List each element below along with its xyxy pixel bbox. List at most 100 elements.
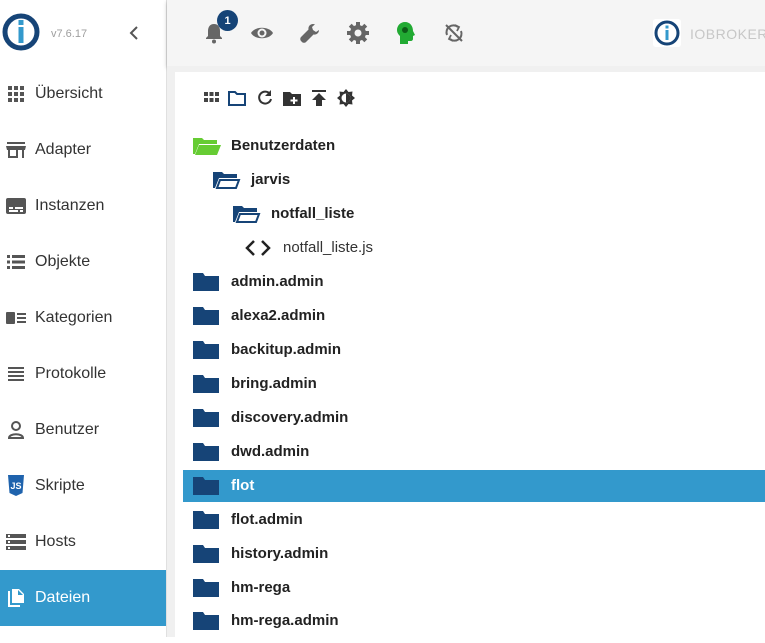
host-name-label: IOBROKER — [690, 26, 765, 42]
apps-grid-icon — [6, 84, 26, 104]
sidebar-item-label: Protokolle — [35, 365, 107, 382]
sidebar-item-files[interactable]: Dateien — [0, 570, 166, 626]
add-folder-button[interactable] — [283, 89, 301, 107]
tree-item-label: flot — [231, 477, 255, 494]
tree-item-label: flot.admin — [231, 511, 303, 528]
sidebar: v7.6.17 Übersicht Adapter Instanzen Obje… — [0, 0, 167, 637]
folder-open-icon — [193, 138, 221, 155]
sidebar-item-label: Adapter — [35, 141, 92, 158]
folder-icon — [193, 307, 219, 325]
sidebar-item-adapter[interactable]: Adapter — [0, 122, 166, 178]
tree-item-label: history.admin — [231, 545, 329, 562]
system-settings-button[interactable] — [345, 20, 371, 46]
sidebar-item-objects[interactable]: Objekte — [0, 234, 166, 290]
tree-item-label: notfall_liste.js — [283, 239, 374, 256]
tree-item-label: notfall_liste — [271, 205, 355, 222]
grid-view-icon — [203, 91, 219, 102]
tree-item-label: bring.admin — [231, 375, 317, 392]
folder-icon — [193, 477, 219, 495]
folder-icon — [193, 511, 219, 529]
notification-count-badge: 1 — [217, 10, 238, 31]
chevron-left-icon[interactable] — [126, 22, 142, 44]
sidebar-item-label: Übersicht — [35, 85, 103, 102]
list-view-icon — [6, 252, 26, 272]
tree-item-bring-admin[interactable]: bring.admin — [183, 368, 765, 400]
sidebar-item-overview[interactable]: Übersicht — [0, 66, 166, 122]
tree-item-backitup-admin[interactable]: backitup.admin — [183, 334, 765, 366]
tree-item-admin-admin[interactable]: admin.admin — [183, 266, 765, 298]
folder-open-icon — [233, 206, 261, 223]
upload-button[interactable] — [310, 89, 328, 107]
tree-item-label: hm-rega.admin — [231, 612, 339, 629]
svg-text:JS: JS — [10, 481, 21, 491]
create-new-folder-icon — [283, 91, 301, 106]
sidebar-item-label: Instanzen — [35, 197, 105, 214]
folder-icon — [193, 273, 219, 291]
tree-item-history-admin[interactable]: history.admin — [183, 538, 765, 570]
background-toggle-button[interactable] — [337, 89, 355, 107]
tree-item-benutzerdaten[interactable]: Benutzerdaten — [183, 130, 765, 162]
sidebar-item-instances[interactable]: Instanzen — [0, 178, 166, 234]
file-copy-icon — [6, 588, 26, 608]
store-icon — [6, 140, 26, 160]
tree-item-label: Benutzerdaten — [231, 137, 336, 154]
storage-icon — [6, 532, 26, 552]
view-tiles-button[interactable] — [202, 89, 220, 107]
folder-icon — [193, 612, 219, 630]
refresh-button[interactable] — [256, 89, 274, 107]
sidebar-item-label: Objekte — [35, 253, 91, 270]
folder-outline-icon — [228, 90, 246, 106]
tree-item-notfall-liste[interactable]: notfall_liste — [183, 198, 765, 230]
sidebar-item-categories[interactable]: Kategorien — [0, 290, 166, 346]
person-icon — [6, 420, 26, 440]
expert-mode-button[interactable] — [393, 20, 419, 46]
tree-item-label: backitup.admin — [231, 341, 342, 358]
folder-icon — [193, 545, 219, 563]
visibility-button[interactable] — [249, 20, 275, 46]
tree-item-label: alexa2.admin — [231, 307, 326, 324]
tree-item-hm-rega[interactable]: hm-rega — [183, 572, 765, 604]
tree-item-alexa2-admin[interactable]: alexa2.admin — [183, 300, 765, 332]
tree-item-label: jarvis — [251, 171, 291, 188]
brand-header: v7.6.17 — [0, 0, 166, 66]
expand-folders-button[interactable] — [228, 89, 246, 107]
folder-icon — [193, 579, 219, 597]
sidebar-item-logs[interactable]: Protokolle — [0, 346, 166, 402]
expert-head-icon — [397, 22, 415, 44]
tree-item-discovery-admin[interactable]: discovery.admin — [183, 402, 765, 434]
sidebar-item-hosts[interactable]: Hosts — [0, 514, 166, 570]
folder-icon — [193, 341, 219, 359]
sidebar-item-label: Skripte — [35, 477, 85, 494]
tree-item-label: admin.admin — [231, 273, 324, 290]
settings-wrench-button[interactable] — [297, 20, 323, 46]
host-logo-icon — [653, 19, 681, 47]
tree-item-flot-admin[interactable]: flot.admin — [183, 504, 765, 536]
wrench-icon — [300, 24, 319, 43]
gear-icon — [347, 22, 369, 44]
tree-item-hm-rega-admin[interactable]: hm-rega.admin — [183, 605, 765, 637]
sidebar-item-scripts[interactable]: JS Skripte — [0, 458, 166, 514]
folder-icon — [193, 443, 219, 461]
sync-disabled-icon — [445, 24, 463, 42]
eye-icon — [251, 27, 273, 39]
sidebar-item-label: Benutzer — [35, 421, 100, 438]
tree-item-dwd-admin[interactable]: dwd.admin — [183, 436, 765, 468]
sidebar-item-users[interactable]: Benutzer — [0, 402, 166, 458]
tree-item-notfall-liste-js[interactable]: notfall_liste.js — [183, 232, 765, 264]
tree-item-jarvis[interactable]: jarvis — [183, 164, 765, 196]
category-icon — [6, 308, 26, 328]
lines-icon — [6, 364, 26, 384]
sidebar-item-label: Dateien — [35, 589, 91, 606]
sidebar-item-label: Hosts — [35, 533, 76, 550]
tree-item-flot[interactable]: flot — [183, 470, 765, 502]
top-toolbar: 1 IOBROKER — [167, 0, 765, 66]
sidebar-item-label: Kategorien — [35, 309, 113, 326]
sync-disabled-button[interactable] — [441, 20, 467, 46]
subtitles-icon — [6, 196, 26, 216]
upload-icon — [312, 90, 326, 106]
tree-item-label: hm-rega — [231, 579, 291, 596]
iobroker-logo[interactable] — [2, 13, 40, 51]
brightness-icon — [337, 89, 355, 107]
tree-item-label: discovery.admin — [231, 409, 349, 426]
javascript-icon: JS — [6, 475, 26, 496]
